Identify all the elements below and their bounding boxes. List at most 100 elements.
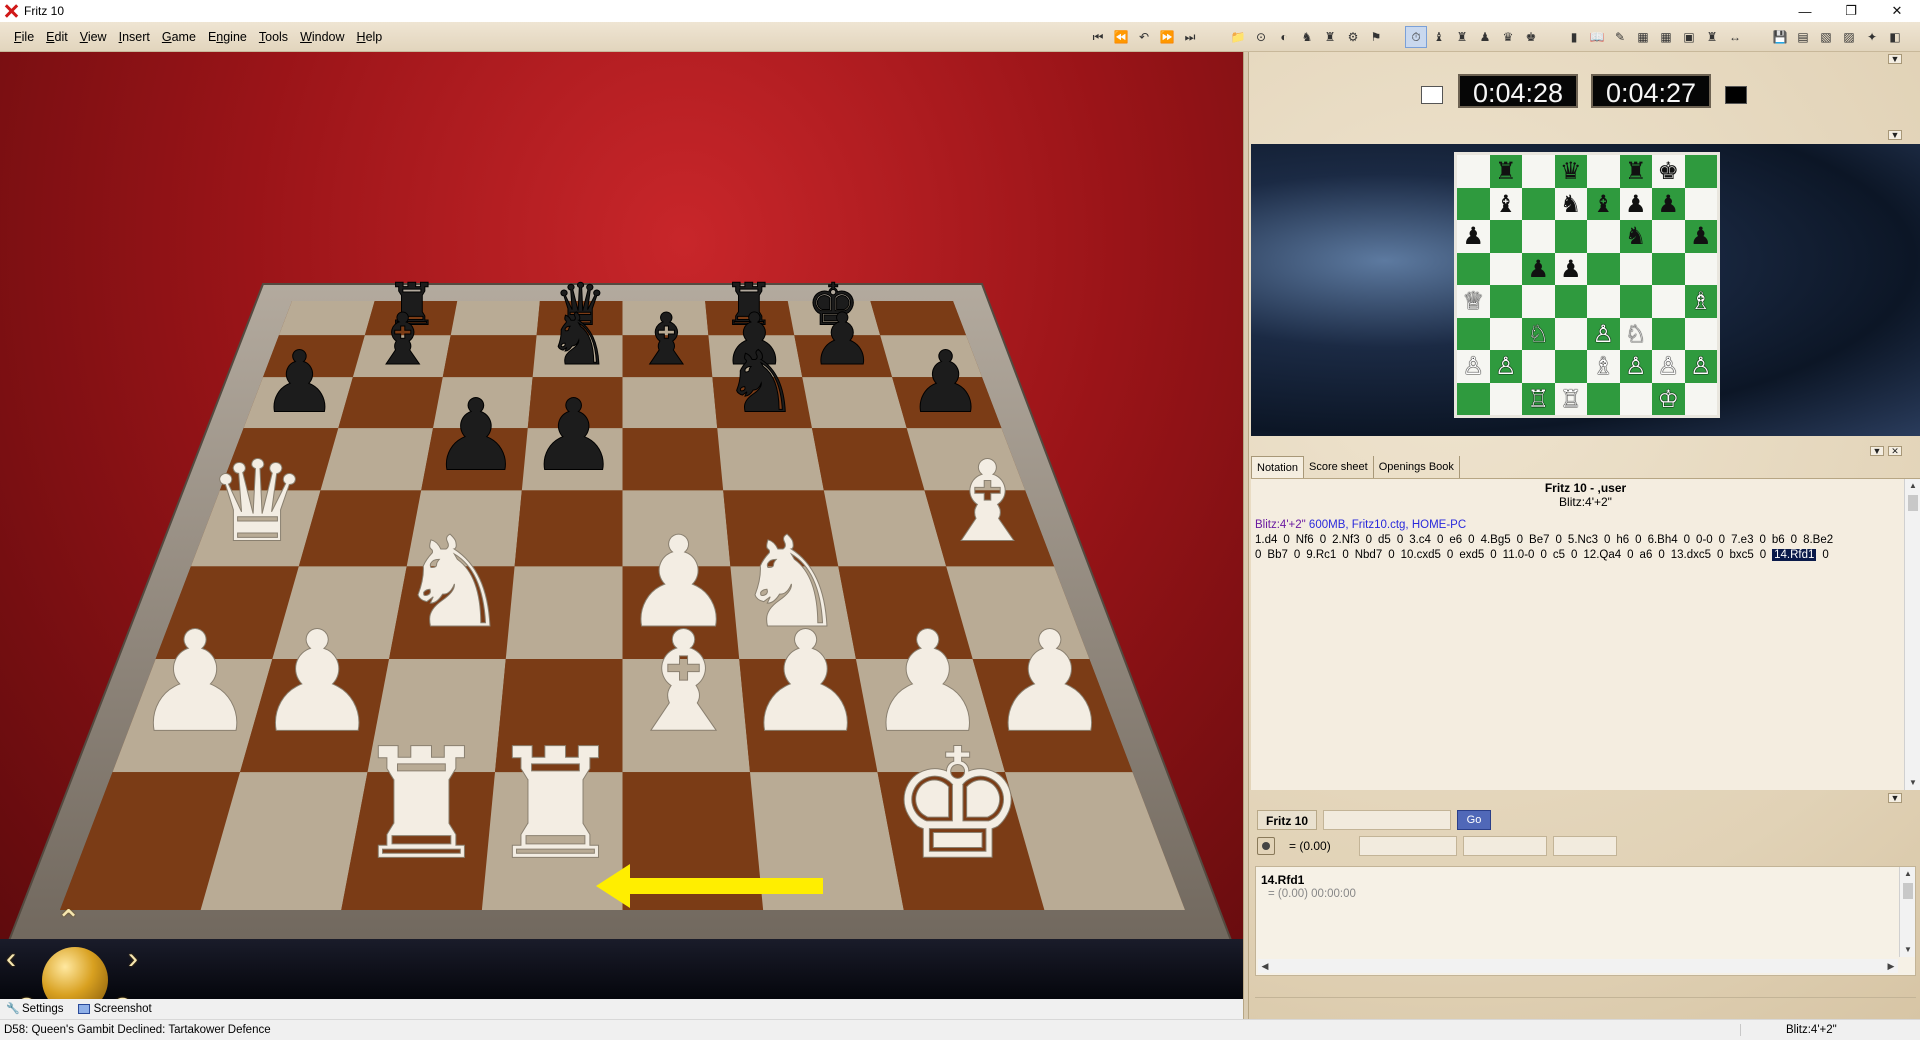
board-square[interactable] <box>1522 350 1555 383</box>
board-square[interactable] <box>1684 187 1717 220</box>
move[interactable]: e6 <box>1449 534 1462 546</box>
nav-down-icon[interactable]: ⌄ <box>60 986 85 999</box>
move[interactable]: Nf6 <box>1296 534 1314 546</box>
board-square[interactable] <box>1684 252 1717 285</box>
move-annotation[interactable]: 0 <box>1556 534 1562 546</box>
move[interactable]: 3.c4 <box>1409 534 1431 546</box>
move-annotation[interactable]: 0 <box>1437 534 1443 546</box>
engine-record-button[interactable] <box>1257 837 1275 855</box>
move[interactable]: exd5 <box>1459 549 1484 561</box>
engine-scroll-down-icon[interactable]: ▼ <box>1900 943 1916 957</box>
move-annotation[interactable]: 0 <box>1366 534 1372 546</box>
move-annotation[interactable]: 0 <box>1320 534 1326 546</box>
white-piece[interactable]: ♗ <box>1592 354 1614 378</box>
move-annotation[interactable]: 0 <box>1760 549 1766 561</box>
white-piece[interactable]: ♘ <box>1527 322 1549 346</box>
move-annotation[interactable]: 0 <box>1342 549 1348 561</box>
board-square[interactable] <box>1587 285 1620 318</box>
white-piece[interactable]: ♙ <box>1462 354 1484 378</box>
restore-button[interactable]: ❐ <box>1828 0 1874 22</box>
board-square[interactable]: ♙ <box>1587 317 1620 350</box>
board-square[interactable] <box>1684 317 1717 350</box>
move[interactable]: 9.Rc1 <box>1306 549 1336 561</box>
board-square[interactable]: ♜ <box>1619 155 1652 188</box>
scroll-thumb[interactable] <box>1908 495 1918 511</box>
move[interactable]: h6 <box>1616 534 1629 546</box>
board-square[interactable] <box>1522 285 1555 318</box>
move[interactable]: c5 <box>1553 549 1565 561</box>
board-square[interactable]: ♟ <box>1554 252 1587 285</box>
black-piece[interactable]: ♝ <box>1592 192 1614 216</box>
move-annotation[interactable]: 0 <box>1604 534 1610 546</box>
black-piece[interactable]: ♚ <box>1657 159 1679 183</box>
nav-right-icon[interactable]: › <box>128 942 138 976</box>
board-square[interactable]: ♖ <box>1554 382 1587 415</box>
move[interactable]: Bb7 <box>1267 549 1287 561</box>
rook-icon[interactable]: ♜ <box>1452 27 1472 47</box>
notation-panel-close-icon[interactable]: ✕ <box>1888 446 1902 456</box>
move-annotation[interactable]: 0 <box>1490 549 1496 561</box>
notation-scrollbar[interactable]: ▲ ▼ <box>1904 479 1920 790</box>
board-square[interactable] <box>1457 317 1490 350</box>
board-square[interactable] <box>1489 252 1522 285</box>
engine-scrollbar[interactable]: ▲ ▼ <box>1899 867 1915 957</box>
black-piece[interactable]: ♟ <box>1527 257 1549 281</box>
info-icon[interactable]: ▮ <box>1564 27 1584 47</box>
board-square[interactable] <box>1619 285 1652 318</box>
board-square[interactable]: ♘ <box>1619 317 1652 350</box>
move-annotation[interactable]: 0 <box>1635 534 1641 546</box>
engine-scroll-thumb[interactable] <box>1903 883 1913 899</box>
layout-icon[interactable]: ▤ <box>1793 27 1813 47</box>
piece-set-icon[interactable]: ♜ <box>1702 27 1722 47</box>
takeback-icon[interactable]: ↶ <box>1134 27 1154 47</box>
move[interactable]: 5.Nc3 <box>1568 534 1598 546</box>
scroll-down-icon[interactable]: ▼ <box>1905 776 1920 790</box>
board-square[interactable] <box>1587 220 1620 253</box>
edit-icon[interactable]: ✎ <box>1610 27 1630 47</box>
scroll-left-icon[interactable]: ◀ <box>1258 959 1272 973</box>
move-annotation[interactable]: 0 <box>1822 549 1828 561</box>
board3-icon[interactable]: ▣ <box>1679 27 1699 47</box>
white-piece[interactable]: ♙ <box>1592 322 1614 346</box>
board-square[interactable] <box>1587 382 1620 415</box>
black-piece[interactable]: ♜ <box>1495 159 1517 183</box>
black-piece[interactable]: ♟ <box>1690 224 1712 248</box>
black-piece[interactable]: ♟ <box>1625 192 1647 216</box>
black-piece[interactable]: ♛ <box>1560 159 1582 183</box>
board-square[interactable] <box>1554 317 1587 350</box>
board-square[interactable]: ♞ <box>1619 220 1652 253</box>
engine-icon[interactable]: ♞ <box>1297 27 1317 47</box>
black-piece[interactable]: ♜ <box>1625 159 1647 183</box>
board-square[interactable]: ♟ <box>1522 252 1555 285</box>
move[interactable]: d5 <box>1378 534 1391 546</box>
board-square[interactable] <box>1587 252 1620 285</box>
white-piece[interactable]: ♙ <box>1495 354 1517 378</box>
menu-insert[interactable]: Insert <box>113 22 156 52</box>
move[interactable]: 8.Be2 <box>1803 534 1833 546</box>
board-square[interactable] <box>1457 187 1490 220</box>
board-square[interactable]: ♗ <box>1684 285 1717 318</box>
close-button[interactable]: ✕ <box>1874 0 1920 22</box>
white-piece[interactable]: ♔ <box>1657 387 1679 411</box>
board-square[interactable]: ♟ <box>1619 187 1652 220</box>
black-piece[interactable]: ♟ <box>1560 257 1582 281</box>
move[interactable]: 7.e3 <box>1731 534 1753 546</box>
board-square[interactable]: ♜ <box>1489 155 1522 188</box>
pawn-icon[interactable]: ♟ <box>1475 27 1495 47</box>
move[interactable]: 10.cxd5 <box>1401 549 1441 561</box>
tournament-icon[interactable]: ♜ <box>1320 27 1340 47</box>
white-piece[interactable]: ♙ <box>1690 354 1712 378</box>
board-square[interactable]: ♝ <box>1489 187 1522 220</box>
move-annotation[interactable]: 0 <box>1658 549 1664 561</box>
board-square[interactable]: ♕ <box>1457 285 1490 318</box>
board-square[interactable] <box>1652 220 1685 253</box>
board-square[interactable]: ♚ <box>1652 155 1685 188</box>
board-square[interactable]: ♙ <box>1652 350 1685 383</box>
move-annotation[interactable]: 0 <box>1717 549 1723 561</box>
move-annotation[interactable]: 0 <box>1759 534 1765 546</box>
move[interactable]: 6.Bh4 <box>1648 534 1678 546</box>
menu-view[interactable]: View <box>74 22 113 52</box>
zoom-out-icon[interactable]: ⊖ <box>110 990 135 999</box>
notation-panel-menu-icon[interactable]: ▼ <box>1870 446 1884 456</box>
board-square[interactable] <box>1652 317 1685 350</box>
